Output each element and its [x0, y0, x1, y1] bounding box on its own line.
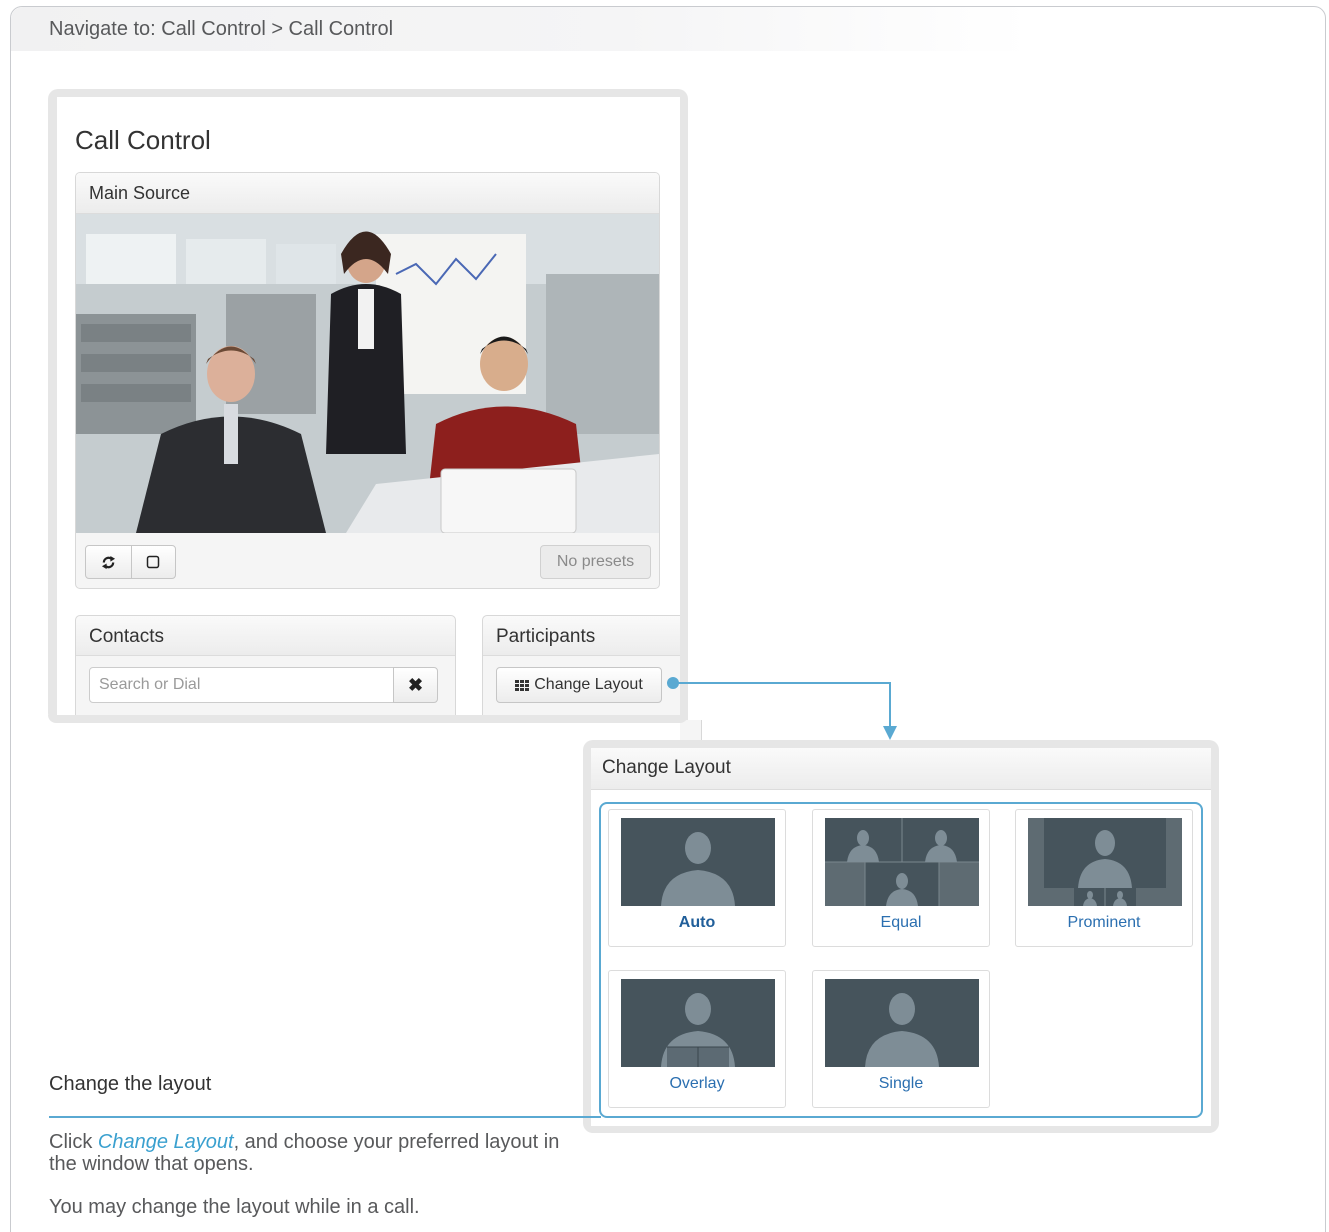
- section-title: Change the layout: [49, 1073, 212, 1095]
- change-layout-link[interactable]: Change Layout: [98, 1131, 234, 1153]
- connector-line: [678, 682, 890, 684]
- video-preview[interactable]: [76, 214, 659, 533]
- layout-option-label: Single: [878, 1075, 924, 1092]
- person-silhouette-icon: [825, 818, 979, 906]
- connector-line-vertical: [889, 682, 891, 728]
- frame-bottom: [48, 715, 688, 723]
- instruction-note: You may change the layout while in a cal…: [49, 1196, 420, 1218]
- person-silhouette-icon: [661, 832, 735, 906]
- main-source-header: Main Source: [76, 173, 659, 214]
- breadcrumb: Navigate to: Call Control > Call Control: [49, 18, 394, 40]
- close-icon: ✖: [407, 674, 424, 695]
- equal-thumbnail: [825, 818, 979, 906]
- change-layout-title: Change Layout: [602, 757, 731, 778]
- layout-option-equal[interactable]: Equal: [812, 809, 990, 947]
- layout-option-prominent[interactable]: Prominent: [1015, 809, 1193, 947]
- overlay-thumbnail: [621, 979, 775, 1067]
- layout-option-label: Prominent: [1067, 914, 1141, 931]
- page-title: Call Control: [75, 125, 211, 155]
- layout-option-auto[interactable]: Auto: [608, 809, 786, 947]
- participants-title: Participants: [496, 626, 596, 647]
- fullscreen-button[interactable]: [130, 546, 176, 578]
- main-source-panel: Main Source No presets: [75, 172, 660, 589]
- clear-search-button[interactable]: ✖: [393, 667, 438, 703]
- refresh-button[interactable]: [86, 546, 131, 578]
- person-silhouette-icon: [865, 993, 939, 1067]
- layout-option-label: Overlay: [669, 1075, 725, 1092]
- layout-option-label: Equal: [880, 914, 922, 931]
- auto-thumbnail: [621, 818, 775, 906]
- prominent-thumbnail: [1028, 818, 1182, 906]
- instruction-paragraph: Click Change Layout, and choose your pre…: [49, 1131, 569, 1175]
- search-input[interactable]: [90, 668, 393, 702]
- contacts-header: Contacts: [76, 616, 455, 656]
- main-source-title: Main Source: [89, 183, 191, 203]
- layout-option-overlay[interactable]: Overlay: [608, 970, 786, 1108]
- change-layout-header: Change Layout: [591, 748, 1211, 790]
- layout-option-label: Auto: [678, 914, 716, 931]
- single-thumbnail: [825, 979, 979, 1067]
- change-layout-label: Change Layout: [534, 676, 643, 693]
- search-field: [89, 667, 394, 703]
- connector-arrow-icon: [883, 726, 897, 740]
- person-silhouette-icon: [1028, 818, 1182, 906]
- grid-icon: [515, 679, 530, 691]
- square-icon: [147, 555, 160, 569]
- person-silhouette-icon: [661, 993, 735, 1067]
- change-layout-button[interactable]: Change Layout: [496, 667, 662, 703]
- contacts-title: Contacts: [89, 626, 164, 647]
- instruction-text: Click: [49, 1131, 98, 1153]
- camera-controls: [85, 545, 176, 579]
- participants-header: Participants: [483, 616, 701, 656]
- section-divider: [49, 1116, 601, 1118]
- panel-clip-bg: [688, 600, 728, 720]
- presets-button[interactable]: No presets: [540, 545, 651, 579]
- video-scene-image: [76, 214, 659, 533]
- layout-option-single[interactable]: Single: [812, 970, 990, 1108]
- refresh-icon: [101, 555, 115, 569]
